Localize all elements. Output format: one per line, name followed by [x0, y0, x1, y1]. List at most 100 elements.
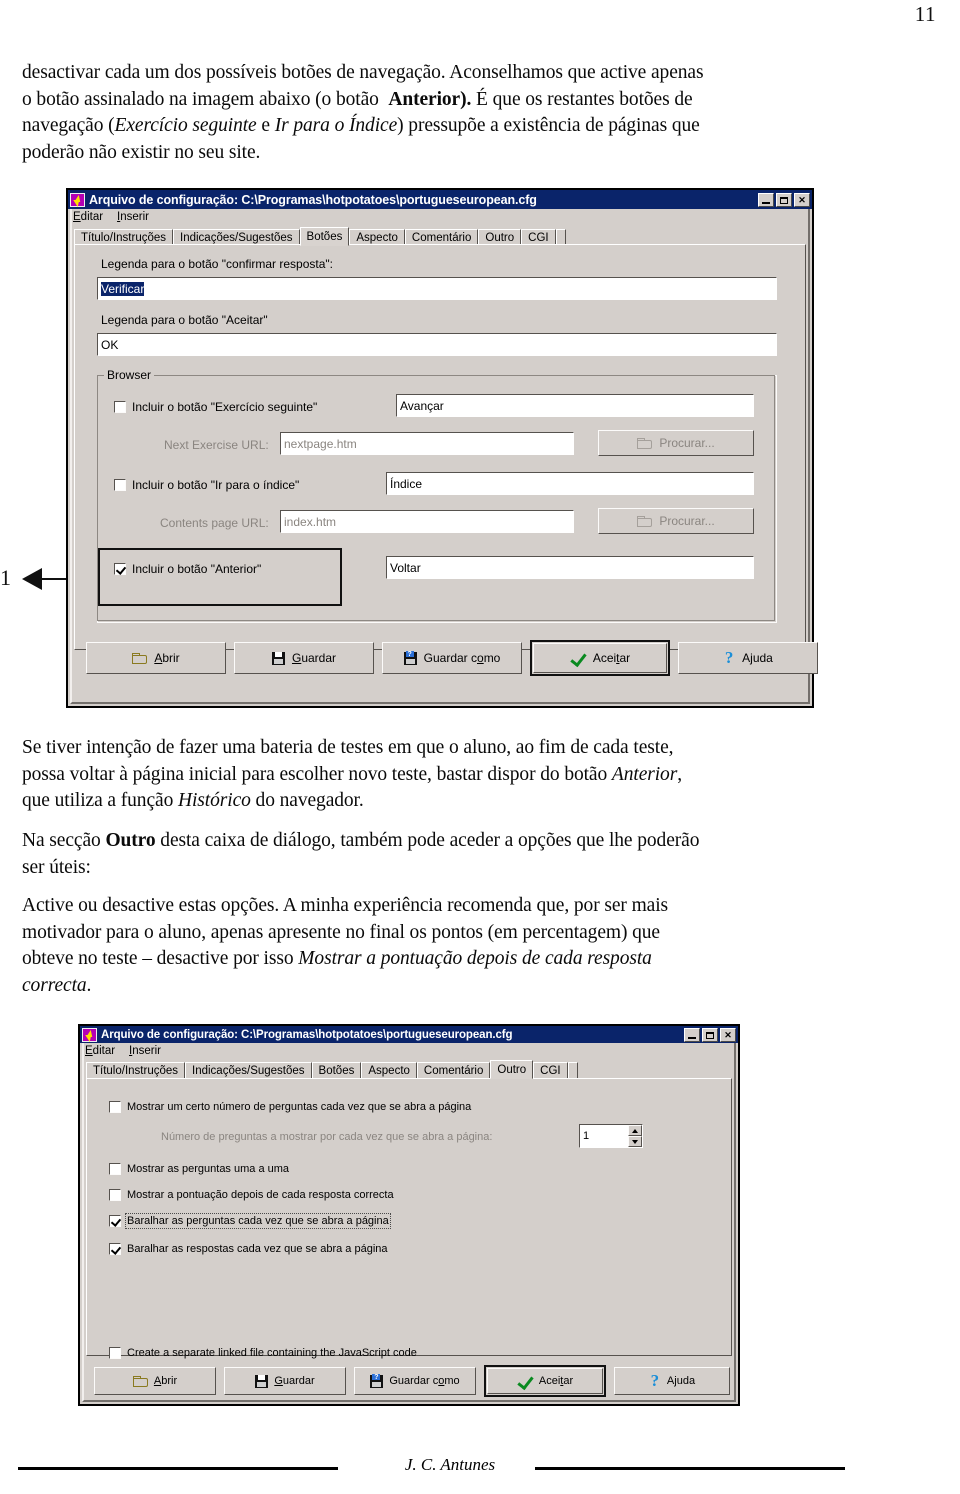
minimize-button[interactable]	[684, 1027, 700, 1042]
contents-page-url-input[interactable]: index.htm	[280, 510, 574, 533]
tab-aspecto[interactable]: Aspecto	[349, 229, 405, 245]
tab-comentario[interactable]: Comentário	[416, 1062, 491, 1078]
intro-line-2-text-a: o botão assinalado na imagem abaixo (o b…	[22, 88, 389, 110]
tab-titulo-instrucoes[interactable]: Título/Instruções	[74, 229, 174, 245]
spinner-down-icon[interactable]	[628, 1136, 642, 1147]
guardar-button-label: Guardar	[291, 651, 337, 665]
question-mark-icon: ?	[724, 648, 734, 667]
title-bar: Arquivo de configuração: C:\Programas\ho…	[80, 1026, 738, 1043]
tab-cgi[interactable]: CGI	[533, 1062, 568, 1078]
abrir-button-label: Abrir	[153, 1375, 178, 1387]
middle-bold-outro: Outro	[105, 830, 156, 851]
tab-aspecto[interactable]: Aspecto	[361, 1062, 417, 1078]
close-button[interactable]: ✕	[794, 192, 810, 207]
numero-perguntas-spinner[interactable]: 1	[579, 1124, 643, 1148]
menu-item-inserir[interactable]: Inserir	[117, 211, 149, 223]
guardar-button[interactable]: Guardar	[234, 642, 374, 674]
tab-outro[interactable]: Outro	[478, 229, 522, 245]
next-exercise-caption-input[interactable]: Avançar	[396, 394, 754, 417]
abrir-button[interactable]: Abrir	[86, 642, 226, 674]
checkbox-box	[109, 1215, 121, 1227]
intro-line-3: navegação (Exercício seguinte e Ir para …	[22, 113, 922, 140]
menu-item-editar[interactable]: Editar	[73, 211, 103, 223]
last-line-3: obteve no teste – desactive por isso Mos…	[22, 946, 922, 973]
guardar-como-button[interactable]: Guardar como	[382, 642, 522, 674]
checkbox-mostrar-perguntas-uma-a-uma[interactable]: Mostrar as perguntas uma a uma	[109, 1163, 289, 1175]
checkbox-box	[109, 1163, 121, 1175]
tab-page-botoes: Legenda para o botão "confirmar resposta…	[74, 244, 806, 650]
close-button[interactable]: ✕	[720, 1027, 736, 1042]
tab-outro[interactable]: Outro	[490, 1060, 534, 1079]
ajuda-button-label: Ajuda	[742, 651, 773, 665]
aceitar-button[interactable]: Aceitar	[484, 1365, 606, 1397]
checkbox-incluir-exercicio-seguinte[interactable]: Incluir o botão "Exercício seguinte"	[114, 400, 317, 414]
checkbox-create-separate-javascript-file[interactable]: Create a separate linked file containing…	[109, 1347, 417, 1359]
checkbox-mostrar-pontuacao[interactable]: Mostrar a pontuação depois de cada respo…	[109, 1189, 394, 1201]
middle-italic-anterior: Anterior	[611, 763, 678, 785]
check-caption-input[interactable]: Verificar	[97, 277, 777, 300]
middle-paragraph-2: Na secção Outro desta caixa de diálogo, …	[22, 828, 922, 881]
numero-perguntas-label: Número de preguntas a mostrar por cada v…	[161, 1131, 493, 1143]
abrir-button[interactable]: Abrir	[94, 1367, 216, 1395]
checkbox-label: Mostrar um certo número de perguntas cad…	[127, 1101, 472, 1113]
tab-page-outro: Mostrar um certo número de perguntas cad…	[86, 1078, 732, 1359]
back-caption-input[interactable]: Voltar	[386, 556, 754, 579]
tab-botoes[interactable]: Botões	[299, 227, 350, 246]
tab-titulo-instrucoes[interactable]: Título/Instruções	[86, 1062, 186, 1078]
spinner-value: 1	[583, 1130, 590, 1142]
menu-item-editar[interactable]: Editar	[85, 1045, 115, 1057]
checkbox-box	[114, 563, 126, 575]
intro-line-1: desactivar cada um dos possíveis botões …	[22, 62, 704, 83]
check-caption-label: Legenda para o botão "confirmar resposta…	[101, 257, 333, 271]
last-line-2: motivador para o aluno, apenas apresente…	[22, 921, 660, 943]
tab-botoes[interactable]: Botões	[311, 1062, 362, 1078]
middle-p1-line-2: possa voltar à página inicial para escol…	[22, 762, 922, 789]
maximize-button[interactable]	[702, 1027, 718, 1042]
contents-caption-input[interactable]: Índice	[386, 472, 754, 495]
tab-indicacoes-sugestoes[interactable]: Indicações/Sugestões	[185, 1062, 312, 1078]
middle-p1-line-2-a: possa voltar à página inicial para escol…	[22, 763, 612, 785]
last-paragraph: Active ou desactive estas opções. A minh…	[22, 893, 922, 999]
tab-indicacoes-sugestoes[interactable]: Indicações/Sugestões	[173, 229, 300, 245]
intro-line-3-b: e	[256, 115, 275, 136]
checkbox-incluir-ir-para-indice[interactable]: Incluir o botão "Ir para o índice"	[114, 478, 299, 492]
guardar-como-button[interactable]: Guardar como	[354, 1367, 476, 1395]
folder-open-icon	[637, 437, 653, 449]
aceitar-button[interactable]: Aceitar	[530, 640, 670, 676]
config-dialog-botoes[interactable]: Arquivo de configuração: C:\Programas\ho…	[66, 188, 818, 708]
spinner-up-icon[interactable]	[628, 1125, 642, 1136]
window-controls: ✕	[758, 192, 810, 207]
footer-rule-right	[535, 1467, 845, 1470]
middle-p1-line-3: que utiliza a função Histórico do navega…	[22, 788, 922, 815]
spinner-buttons[interactable]	[628, 1125, 642, 1147]
check-caption-value: Verificar	[101, 281, 145, 296]
next-exercise-url-input[interactable]: nextpage.htm	[280, 432, 574, 455]
maximize-button[interactable]	[776, 192, 792, 207]
minimize-button[interactable]	[758, 192, 774, 207]
guardar-button[interactable]: Guardar	[224, 1367, 346, 1395]
window-title: Arquivo de configuração: C:\Programas\ho…	[89, 192, 537, 207]
page-number: 11	[914, 2, 936, 26]
middle-p2-line-2: ser úteis:	[22, 856, 91, 878]
ajuda-button[interactable]: ? Ajuda	[614, 1367, 730, 1395]
checkbox-incluir-anterior[interactable]: Incluir o botão "Anterior"	[114, 562, 261, 576]
config-dialog-outro[interactable]: Arquivo de configuração: C:\Programas\ho…	[78, 1024, 740, 1406]
accept-caption-input[interactable]: OK	[97, 333, 777, 356]
last-italic-correcta: correcta	[22, 974, 87, 996]
ajuda-button[interactable]: ? Ajuda	[678, 642, 818, 674]
menu-item-inserir[interactable]: Inserir	[129, 1045, 161, 1057]
tab-strip: Título/Instruções Indicações/Sugestões B…	[86, 1060, 732, 1079]
checkbox-baralhar-respostas[interactable]: Baralhar as respostas cada vez que se ab…	[109, 1243, 388, 1255]
tab-cgi[interactable]: CGI	[521, 229, 556, 245]
hotpotatoes-icon	[82, 1027, 97, 1042]
contents-browse-button[interactable]: Procurar...	[598, 508, 754, 534]
floppy-disk-icon	[255, 1374, 269, 1388]
next-exercise-browse-button[interactable]: Procurar...	[598, 430, 754, 456]
checkbox-mostrar-certo-numero[interactable]: Mostrar um certo número de perguntas cad…	[109, 1101, 471, 1113]
checkbox-baralhar-perguntas[interactable]: Baralhar as perguntas cada vez que se ab…	[109, 1213, 391, 1229]
tab-comentario[interactable]: Comentário	[404, 229, 479, 245]
intro-line-4: poderão não existir no seu site.	[22, 141, 261, 163]
checkbox-box	[109, 1243, 121, 1255]
folder-open-icon	[132, 1375, 148, 1387]
intro-paragraph: desactivar cada um dos possíveis botões …	[22, 60, 922, 166]
